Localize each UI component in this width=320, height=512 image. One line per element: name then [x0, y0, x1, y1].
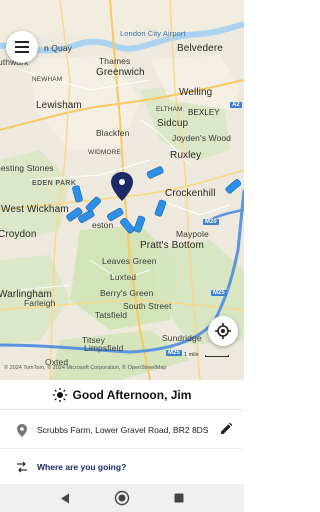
route-swap-icon — [17, 461, 27, 472]
nav-recents-button[interactable] — [169, 488, 189, 508]
taxi-1 — [72, 185, 83, 203]
greeting-text: Good Afternoon, Jim — [72, 387, 192, 402]
taxi-9 — [146, 166, 164, 179]
pencil-icon — [221, 422, 233, 434]
menu-button[interactable] — [6, 31, 38, 63]
taxi-4 — [85, 196, 101, 212]
greeting-bar: Good Afternoon, Jim — [0, 380, 244, 410]
menu-icon — [15, 41, 29, 53]
home-circle-icon — [114, 490, 130, 506]
map-scale-label: 1 mile — [184, 352, 199, 358]
destination-prompt: Where are you going? — [37, 461, 127, 472]
system-nav-bar — [0, 484, 244, 512]
destination-row[interactable]: Where are you going? — [0, 448, 244, 484]
pickup-address-text: Scrubbs Farm, Lower Gravel Road, BR2 8DS — [37, 425, 209, 435]
crosshair-icon — [215, 323, 231, 339]
edit-pickup-button[interactable] — [221, 421, 233, 439]
nav-back-button[interactable] — [55, 488, 75, 508]
route-icon-wrap — [13, 461, 31, 473]
pickup-address-row[interactable]: Scrubbs Farm, Lower Gravel Road, BR2 8DS — [0, 412, 244, 448]
taxi-8 — [154, 199, 167, 217]
location-pin-icon — [111, 172, 133, 201]
taxi-5 — [107, 207, 124, 222]
taxi-6 — [120, 217, 135, 234]
taxi-7 — [133, 215, 146, 233]
sun-icon — [52, 387, 67, 402]
map-copyright: © 2024 TomTom, © 2024 Microsoft Corporat… — [4, 365, 167, 371]
recents-square-icon — [174, 493, 184, 503]
map-view[interactable]: London City Airport Belvedere uthwark n … — [0, 0, 244, 380]
vehicles-layer — [66, 166, 242, 234]
locate-me-button[interactable] — [208, 316, 238, 346]
pickup-pin-icon-wrap — [13, 423, 31, 437]
nav-home-button[interactable] — [112, 488, 132, 508]
taxi-10 — [225, 179, 242, 194]
location-pin-icon — [17, 423, 27, 437]
back-triangle-icon — [60, 493, 69, 503]
map-scale-bar — [205, 355, 229, 357]
